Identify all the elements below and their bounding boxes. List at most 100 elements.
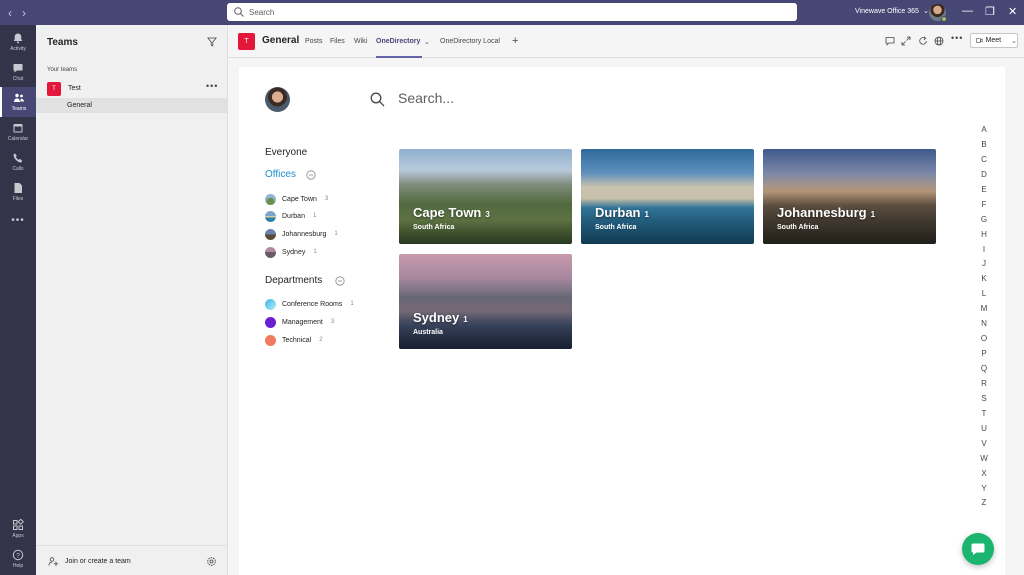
global-search-input[interactable]: Search bbox=[227, 3, 797, 21]
expand-icon[interactable] bbox=[901, 36, 911, 46]
conversation-icon[interactable] bbox=[885, 36, 895, 46]
app-bar-help[interactable]: ? Help bbox=[0, 544, 36, 574]
alphabet-letter[interactable]: F bbox=[977, 200, 991, 215]
meet-button[interactable]: Meet ⌄ bbox=[970, 33, 1018, 48]
chevron-down-icon[interactable]: ⌄ bbox=[1011, 37, 1017, 45]
directory-search-input[interactable]: Search... bbox=[398, 90, 698, 106]
alphabet-letter[interactable]: B bbox=[977, 140, 991, 155]
tab-files[interactable]: Files bbox=[330, 38, 345, 45]
alphabet-letter[interactable]: O bbox=[977, 334, 991, 349]
alphabet-letter[interactable]: Z bbox=[977, 498, 991, 513]
app-bar-files[interactable]: Files bbox=[0, 177, 36, 207]
office-filter-cape-town[interactable]: Cape Town 3 bbox=[265, 193, 328, 205]
app-bar-apps[interactable]: Apps bbox=[0, 514, 36, 544]
alphabet-letter[interactable]: G bbox=[977, 215, 991, 230]
alphabet-letter[interactable]: H bbox=[977, 230, 991, 245]
office-filter-durban[interactable]: Durban 1 bbox=[265, 210, 316, 222]
filter-offices-heading[interactable]: Offices bbox=[265, 169, 296, 180]
alphabet-letter[interactable]: T bbox=[977, 409, 991, 424]
card-count: 1 bbox=[870, 210, 876, 219]
gear-icon[interactable] bbox=[206, 556, 217, 567]
global-search-placeholder: Search bbox=[249, 7, 275, 17]
app-bar-label: Teams bbox=[11, 106, 27, 112]
alphabet-letter[interactable]: W bbox=[977, 454, 991, 469]
maximize-icon[interactable]: ❐ bbox=[985, 5, 995, 18]
alphabet-letter[interactable]: C bbox=[977, 155, 991, 170]
tab-onedirectory[interactable]: OneDirectory bbox=[376, 38, 420, 45]
join-create-team-link[interactable]: Join or create a team bbox=[65, 558, 131, 565]
card-count: 1 bbox=[463, 315, 468, 324]
app-bar-calls[interactable]: Calls bbox=[0, 147, 36, 177]
add-tab-button[interactable]: + bbox=[512, 35, 518, 47]
office-card-cape-town[interactable]: Cape Town 3 South Africa bbox=[399, 149, 572, 244]
collapse-icon[interactable] bbox=[335, 276, 345, 286]
office-card-johannesburg[interactable]: Johannesburg 1 South Africa bbox=[763, 149, 936, 244]
user-avatar[interactable] bbox=[265, 87, 290, 112]
history-nav: ‹ › bbox=[8, 6, 48, 20]
minimize-icon[interactable]: — bbox=[962, 5, 973, 17]
profile-avatar[interactable] bbox=[929, 4, 947, 22]
panel-footer: Join or create a team bbox=[36, 545, 228, 575]
forward-arrow-icon[interactable]: › bbox=[22, 6, 26, 20]
alphabet-letter[interactable]: M bbox=[977, 304, 991, 319]
filter-icon[interactable] bbox=[207, 37, 217, 47]
alphabet-letter[interactable]: S bbox=[977, 394, 991, 409]
onedirectory-content: Search... Everyone Offices Cape Town 3 D… bbox=[239, 67, 1005, 575]
alphabet-letter[interactable]: Q bbox=[977, 364, 991, 379]
calendar-icon bbox=[13, 124, 23, 133]
tenant-switcher[interactable]: Vinewave Office 365 ⌄ bbox=[855, 7, 929, 16]
alphabet-letter[interactable]: V bbox=[977, 439, 991, 454]
alphabet-letter[interactable]: K bbox=[977, 274, 991, 289]
collapse-icon[interactable] bbox=[306, 170, 316, 180]
bell-icon bbox=[13, 33, 23, 44]
app-bar: Activity Chat Teams Calendar Calls Files… bbox=[0, 25, 36, 575]
filter-departments-heading[interactable]: Departments bbox=[265, 275, 322, 286]
app-bar-label: Help bbox=[12, 563, 24, 569]
close-icon[interactable]: ✕ bbox=[1008, 5, 1017, 18]
department-filter-management[interactable]: Management 3 bbox=[265, 316, 334, 328]
alphabet-letter[interactable]: I bbox=[977, 245, 991, 260]
alphabet-letter[interactable]: U bbox=[977, 424, 991, 439]
alphabet-letter[interactable]: P bbox=[977, 349, 991, 364]
more-options-icon[interactable]: ••• bbox=[206, 81, 218, 91]
tab-chevron-down-icon[interactable]: ⌄ bbox=[424, 38, 430, 46]
more-options-icon[interactable]: ••• bbox=[951, 33, 962, 43]
office-name: Cape Town bbox=[282, 195, 317, 203]
chat-support-button[interactable] bbox=[962, 533, 994, 565]
back-arrow-icon[interactable]: ‹ bbox=[8, 6, 12, 20]
channel-item-general[interactable]: General bbox=[36, 98, 228, 113]
office-count: 1 bbox=[312, 213, 317, 219]
alphabet-index: ABCDEFGHIJKLMNOPQRSTUVWXYZ bbox=[977, 125, 991, 513]
app-bar-calendar[interactable]: Calendar bbox=[0, 117, 36, 147]
alphabet-letter[interactable]: N bbox=[977, 319, 991, 334]
more-apps-button[interactable]: ••• bbox=[0, 205, 36, 235]
office-card-sydney[interactable]: Sydney 1 Australia bbox=[399, 254, 572, 349]
tab-wiki[interactable]: Wiki bbox=[354, 38, 367, 45]
refresh-icon[interactable] bbox=[918, 36, 928, 46]
alphabet-letter[interactable]: R bbox=[977, 379, 991, 394]
office-thumbnail bbox=[265, 228, 276, 240]
department-filter-conference-rooms[interactable]: Conference Rooms 1 bbox=[265, 298, 354, 310]
globe-icon[interactable] bbox=[934, 36, 944, 46]
app-bar-activity[interactable]: Activity bbox=[0, 27, 36, 57]
department-filter-technical[interactable]: Technical 2 bbox=[265, 334, 323, 346]
app-bar-teams[interactable]: Teams bbox=[0, 87, 36, 117]
alphabet-letter[interactable]: A bbox=[977, 125, 991, 140]
chat-bubble-icon bbox=[971, 543, 985, 555]
office-filter-sydney[interactable]: Sydney 1 bbox=[265, 246, 317, 258]
filter-everyone[interactable]: Everyone bbox=[265, 147, 307, 158]
alphabet-letter[interactable]: J bbox=[977, 259, 991, 274]
office-filter-johannesburg[interactable]: Johannesburg 1 bbox=[265, 228, 338, 240]
team-name: Test bbox=[68, 85, 81, 92]
search-icon bbox=[234, 7, 244, 17]
tab-onedirectory-local[interactable]: OneDirectory Local bbox=[440, 38, 500, 45]
alphabet-letter[interactable]: E bbox=[977, 185, 991, 200]
alphabet-letter[interactable]: L bbox=[977, 289, 991, 304]
alphabet-letter[interactable]: Y bbox=[977, 484, 991, 499]
team-item-test[interactable]: T Test ••• bbox=[36, 80, 228, 98]
tab-posts[interactable]: Posts bbox=[305, 38, 323, 45]
alphabet-letter[interactable]: D bbox=[977, 170, 991, 185]
app-bar-chat[interactable]: Chat bbox=[0, 57, 36, 87]
office-card-durban[interactable]: Durban 1 South Africa bbox=[581, 149, 754, 244]
alphabet-letter[interactable]: X bbox=[977, 469, 991, 484]
